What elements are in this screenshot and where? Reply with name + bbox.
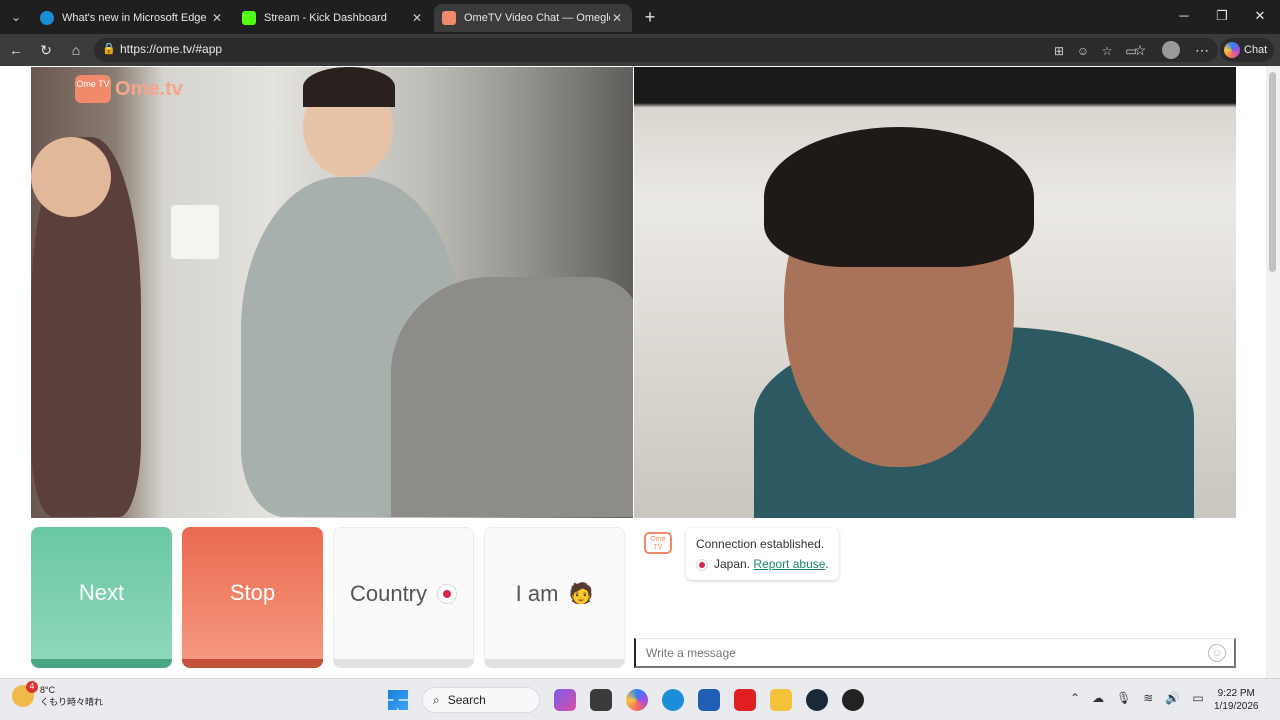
volume-icon[interactable]: 🔊	[1165, 691, 1180, 705]
person-figure	[391, 277, 633, 517]
next-label: Next	[78, 580, 125, 605]
file-explorer-icon[interactable]	[770, 689, 792, 711]
tab-actions-icon[interactable]: ⌄	[6, 7, 26, 27]
profile-avatar[interactable]	[1162, 41, 1180, 59]
apps-icon[interactable]: ⊞	[1052, 44, 1066, 58]
search-label: Search	[447, 693, 486, 707]
stranger-video: Ome TV Ome.tv	[31, 67, 633, 518]
address-icons: ⊞ ☺ ☆ ▭	[1052, 44, 1138, 58]
kick-icon	[242, 11, 256, 25]
favorite-star-icon[interactable]: ☆	[1100, 44, 1114, 58]
app-icon[interactable]	[842, 689, 864, 711]
weather-desc: くもり時々晴れ	[40, 697, 104, 707]
refresh-icon[interactable]: ↻	[36, 40, 56, 60]
logo-box: Ome TV	[75, 75, 111, 103]
copilot-icon	[1224, 42, 1240, 58]
intercom-panel	[171, 205, 219, 259]
lock-icon: 🔒	[102, 43, 116, 55]
country-label: Country	[349, 580, 428, 606]
self-video	[634, 67, 1236, 518]
person-face	[31, 137, 111, 217]
new-tab-button[interactable]: +	[640, 7, 660, 27]
page: Ome TV Ome.tv Next Stop Country I am 🧑 O…	[0, 66, 1280, 678]
edge-icon[interactable]	[662, 689, 684, 711]
chevron-up-icon[interactable]: ⌃	[1070, 691, 1080, 705]
steam-icon[interactable]	[806, 689, 828, 711]
home-icon[interactable]: ⌂	[66, 40, 86, 60]
microphone-icon[interactable]: 🎙	[1116, 691, 1131, 705]
chat-label: Chat	[1244, 44, 1268, 56]
ometv-icon	[442, 11, 456, 25]
close-window-button[interactable]: ✕	[1250, 8, 1270, 24]
youtube-icon[interactable]	[734, 689, 756, 711]
tab-edge-news[interactable]: What's new in Microsoft Edge ✕	[32, 4, 232, 32]
cloud-icon[interactable]: ☁	[1092, 691, 1104, 705]
person-hair	[303, 67, 395, 107]
minimize-button[interactable]: ─	[1174, 8, 1194, 23]
store-icon[interactable]	[698, 689, 720, 711]
weather-temp: 8°C	[40, 685, 56, 695]
connection-message: Connection established.	[696, 537, 825, 551]
scrollbar-thumb[interactable]	[1269, 72, 1276, 272]
country-line: Japan. Report abuse.	[696, 554, 829, 574]
battery-icon[interactable]: ▭	[1192, 691, 1203, 705]
close-icon[interactable]: ✕	[610, 11, 624, 25]
next-button[interactable]: Next	[31, 527, 172, 668]
gender-button[interactable]: I am 🧑	[484, 527, 625, 668]
clock-date: 1/19/2026	[1214, 701, 1259, 712]
taskbar-clock[interactable]: 9:22 PM 1/19/2026	[1214, 687, 1259, 713]
trailing-period: .	[825, 557, 829, 571]
weather-icon: 4	[12, 681, 38, 707]
maximize-button[interactable]: ❐	[1212, 8, 1232, 24]
tab-title: What's new in Microsoft Edge	[62, 12, 207, 24]
search-icon: ⌕	[433, 692, 440, 707]
edge-icon	[40, 11, 54, 25]
copilot-icon[interactable]	[626, 689, 648, 711]
copilot-chat-button[interactable]: Chat	[1220, 38, 1274, 62]
weather-widget[interactable]: 4 8°C くもり時々晴れ	[12, 681, 104, 708]
message-input[interactable]	[634, 638, 1236, 668]
more-menu-icon[interactable]: ⋯	[1192, 40, 1212, 60]
emoji-icon[interactable]: ☺	[1208, 644, 1226, 662]
ometv-logo[interactable]: Ome TV Ome.tv	[75, 75, 183, 103]
japan-flag-icon	[437, 583, 458, 604]
taskbar-search[interactable]: ⌕ Search	[422, 687, 540, 713]
system-tray: ⌃ ☁ 🎙 ≋ 🔊 ▭	[1070, 691, 1204, 705]
tab-strip: ⌄ What's new in Microsoft Edge ✕ Stream …	[0, 0, 1280, 34]
tab-title: OmeTV Video Chat — Omegle	[464, 12, 610, 24]
report-abuse-link[interactable]: Report abuse	[753, 557, 825, 571]
taskbar-apps: ⌕ Search	[388, 687, 864, 713]
japan-flag-icon	[696, 558, 708, 571]
chat-panel: Ome TV Connection established. Japan. Re…	[634, 518, 1236, 668]
page-scrollbar[interactable]	[1266, 66, 1280, 678]
stop-label: Stop	[229, 580, 276, 605]
favorites-icon[interactable]: ☆	[1130, 40, 1150, 60]
back-icon[interactable]: ←	[6, 40, 26, 60]
taskbar: 4 8°C くもり時々晴れ ⌕ Search ⌃ ☁ 🎙 ≋ 🔊 ▭ 9:22 …	[0, 678, 1280, 720]
country-name: Japan.	[714, 557, 751, 571]
close-icon[interactable]: ✕	[410, 11, 424, 25]
wifi-icon[interactable]: ≋	[1143, 691, 1153, 705]
notification-badge: 4	[26, 681, 38, 693]
tab-ometv[interactable]: OmeTV Video Chat — Omegle ✕	[434, 4, 632, 32]
tab-kick-dashboard[interactable]: Stream - Kick Dashboard ✕	[234, 4, 432, 32]
clock-time: 9:22 PM	[1217, 688, 1255, 699]
tab-title: Stream - Kick Dashboard	[264, 12, 387, 24]
person-emoji-icon: 🧑	[568, 583, 594, 605]
reader-icon[interactable]: ☺	[1076, 44, 1090, 58]
widget-app-icon[interactable]	[554, 689, 576, 711]
task-view-icon[interactable]	[590, 689, 612, 711]
system-message: Connection established. Japan. Report ab…	[686, 528, 839, 580]
stop-button[interactable]: Stop	[182, 527, 323, 668]
close-icon[interactable]: ✕	[210, 11, 224, 25]
logo-text: Ome.tv	[115, 77, 183, 100]
person-hair	[764, 127, 1034, 267]
country-button[interactable]: Country	[333, 527, 474, 668]
ometv-chat-logo-icon: Ome TV	[644, 532, 672, 554]
windows-start-icon[interactable]	[388, 690, 408, 710]
i-am-label: I am	[515, 580, 559, 606]
address-bar[interactable]: 🔒 https://ome.tv/#app ⊞ ☺ ☆ ▭	[94, 38, 1218, 62]
address-bar-row: ← ↻ ⌂ 🔒 https://ome.tv/#app ⊞ ☺ ☆ ▭ ☆ ⋯ …	[0, 34, 1280, 66]
url-text: https://ome.tv/#app	[120, 42, 223, 56]
